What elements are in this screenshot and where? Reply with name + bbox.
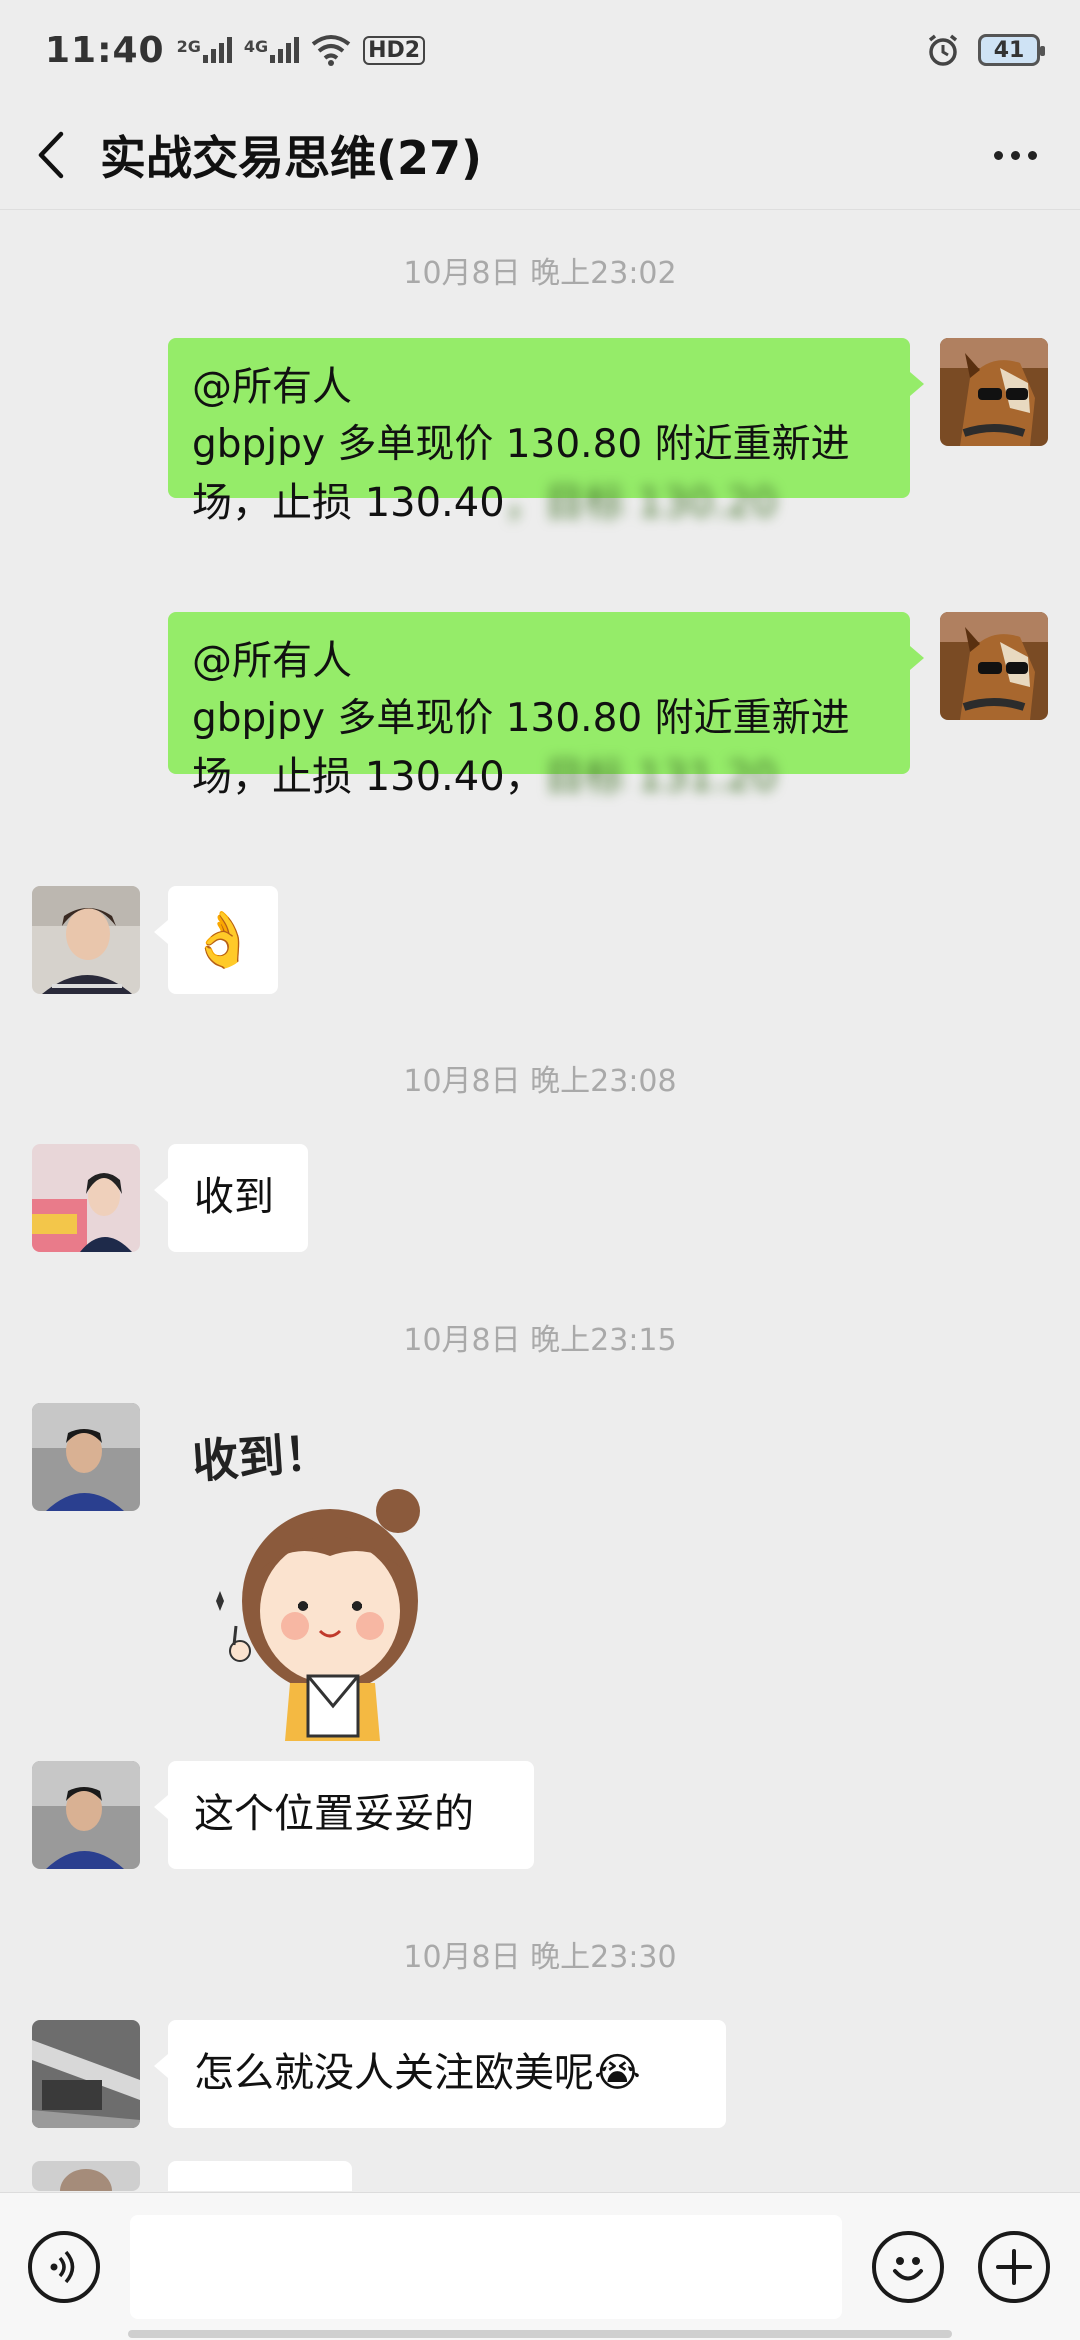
avatar-member[interactable] (32, 1144, 140, 1252)
chevron-left-icon (38, 131, 64, 178)
message-bubble-sent[interactable]: @所有人 gbpjpy 多单现价 130.80 附近重新进 场，止损 130.4… (168, 612, 924, 800)
horse-avatar-icon (940, 612, 1048, 720)
crying-face-emoji: 😭 (594, 2050, 641, 2096)
more-actions-button[interactable] (978, 2231, 1050, 2303)
message-bubble-received[interactable]: 👌 (154, 886, 278, 994)
message-line: 场，止损 130.40，目标 131.20 (192, 748, 890, 806)
avatar-self[interactable] (940, 338, 1048, 446)
message-bubble-received[interactable]: 收到 (154, 1144, 308, 1252)
blurred-text: 目标 131.20 (544, 754, 778, 800)
more-dot-icon (993, 150, 1003, 160)
battery-icon: 41 (978, 34, 1045, 66)
timestamp: 10月8日 晚上23:08 (403, 1064, 677, 1099)
message-bubble-received[interactable] (168, 2161, 352, 2191)
message-text: 收到 (194, 1174, 274, 1220)
person-avatar-icon (32, 1761, 140, 1869)
voice-button[interactable] (28, 2231, 100, 2303)
sticker[interactable]: 收到！ (180, 1421, 480, 1741)
horse-avatar-icon (940, 338, 1048, 446)
car-avatar-icon (32, 2020, 140, 2128)
message-line: gbpjpy 多单现价 130.80 附近重新进 (192, 696, 850, 741)
ok-hand-emoji: 👌 (189, 908, 257, 971)
message-text: 场，止损 130.40， (192, 754, 545, 800)
alarm-icon (928, 34, 958, 66)
avatar-self[interactable] (940, 612, 1048, 720)
status-left: 11:40 2G 4G HD2 (45, 29, 426, 71)
chat-header: 实战交易思维(27) (0, 100, 1080, 210)
more-dot-icon (1027, 150, 1037, 160)
message-bubble-sent[interactable]: @所有人 gbpjpy 多单现价 130.80 附近重新进 场，止损 130.4… (168, 338, 924, 526)
person-avatar-icon (32, 2161, 140, 2191)
more-options-button[interactable] (980, 128, 1050, 182)
home-indicator[interactable] (128, 2330, 952, 2338)
timestamp: 10月8日 晚上23:02 (403, 256, 677, 291)
message-bubble-received[interactable]: 这个位置妥妥的 (154, 1761, 534, 1869)
status-time: 11:40 (45, 29, 165, 71)
message-list[interactable]: 10月8日 晚上23:02 @所有人 gbpjpy 多单现价 130.80 附近… (0, 211, 1080, 2191)
timestamp: 10月8日 晚上23:15 (403, 1323, 677, 1358)
smiley-icon (893, 2257, 923, 2281)
timestamp: 10月8日 晚上23:30 (403, 1940, 677, 1975)
avatar-member[interactable] (32, 2020, 140, 2128)
avatar-member[interactable] (32, 1761, 140, 1869)
message-input[interactable] (130, 2215, 842, 2319)
net-label-4g: 4G (243, 37, 269, 56)
signal-2g-icon: 2G (177, 37, 232, 63)
status-bar: 11:40 2G 4G HD2 41 (0, 0, 1080, 100)
net-label-2g: 2G (176, 37, 201, 56)
avatar-member[interactable] (32, 886, 140, 994)
emoji-button[interactable] (872, 2231, 944, 2303)
message-line: @所有人 (192, 638, 352, 684)
more-dot-icon (1010, 150, 1020, 160)
chat-title: 实战交易思维(27) (100, 130, 483, 185)
avatar-member[interactable] (32, 1403, 140, 1511)
hd-icon: HD2 (363, 35, 426, 65)
status-right: 41 (926, 33, 1045, 67)
message-text: 怎么就没人关注欧美呢 (194, 2050, 594, 2096)
back-button[interactable] (0, 100, 100, 210)
message-line: gbpjpy 多单现价 130.80 附近重新进 (192, 422, 850, 467)
message-bubble-received[interactable]: 怎么就没人关注欧美呢😭 (154, 2020, 726, 2128)
blurred-text: ，目标 130.20 (504, 480, 778, 526)
message-text: 这个位置妥妥的 (194, 1791, 474, 1837)
person-avatar-icon (32, 886, 140, 994)
signal-4g-icon: 4G (243, 37, 300, 63)
person-avatar-icon (32, 1403, 140, 1511)
message-line: @所有人 (192, 364, 352, 410)
voice-icon (50, 2250, 75, 2284)
wifi-icon (311, 35, 351, 66)
plus-icon (996, 2249, 1032, 2285)
input-bar (0, 2192, 1080, 2340)
avatar-member[interactable] (32, 2161, 140, 2191)
message-text: 场，止损 130.40 (192, 480, 505, 526)
person-avatar-icon (32, 1144, 140, 1252)
message-line: 场，止损 130.40，目标 130.20 (192, 474, 890, 532)
cartoon-girl-icon (216, 1489, 420, 1741)
